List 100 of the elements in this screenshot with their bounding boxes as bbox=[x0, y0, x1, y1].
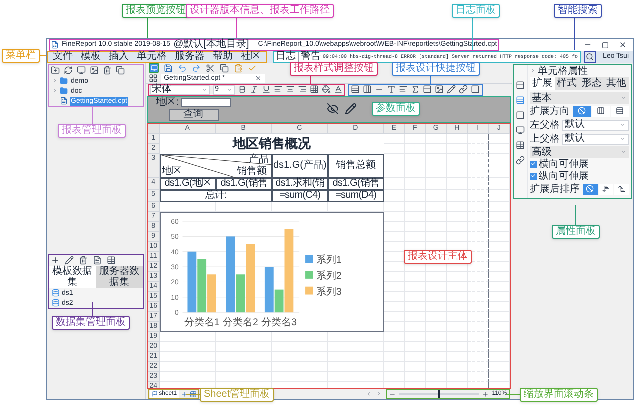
option-button[interactable] bbox=[611, 106, 630, 116]
menu-item[interactable]: 文件 bbox=[53, 52, 73, 62]
paste-icon[interactable] bbox=[234, 64, 244, 73]
grid-cell[interactable] bbox=[468, 292, 490, 302]
zoom-in-icon[interactable] bbox=[482, 390, 490, 398]
grid-cell[interactable] bbox=[468, 222, 490, 232]
grid-cell[interactable] bbox=[468, 178, 490, 190]
monitor-icon[interactable] bbox=[77, 66, 86, 75]
dataset-tab[interactable]: 模板数据集 bbox=[49, 266, 96, 288]
section-header[interactable]: 高级 bbox=[530, 146, 629, 158]
font-color-icon[interactable] bbox=[334, 85, 344, 94]
grid-cell[interactable] bbox=[468, 372, 490, 382]
property-tab[interactable]: 扩展 bbox=[530, 77, 555, 90]
image-icon[interactable] bbox=[435, 85, 444, 94]
new-folder-icon[interactable] bbox=[51, 66, 60, 75]
eye-off-icon[interactable] bbox=[326, 103, 339, 116]
option-button[interactable] bbox=[598, 184, 614, 194]
italic-icon[interactable] bbox=[250, 85, 260, 94]
parent-select[interactable]: 默认 bbox=[562, 120, 629, 130]
grid-cell[interactable] bbox=[468, 322, 490, 332]
add-sheet-icon[interactable] bbox=[181, 390, 188, 398]
check-icon[interactable] bbox=[248, 64, 258, 73]
delete-icon[interactable] bbox=[103, 66, 112, 75]
grid-cell[interactable] bbox=[468, 144, 490, 154]
align-left-icon[interactable] bbox=[274, 85, 284, 94]
checkbox[interactable] bbox=[530, 160, 538, 168]
menu-item[interactable]: 社区 bbox=[241, 52, 261, 62]
grid-cell[interactable] bbox=[468, 134, 490, 144]
grid-cell[interactable] bbox=[468, 312, 490, 322]
close-icon[interactable] bbox=[255, 74, 262, 82]
previous-icon[interactable] bbox=[366, 391, 372, 397]
dataset-tab[interactable]: 服务器数据集 bbox=[96, 266, 144, 288]
parent-select[interactable]: 默认 bbox=[562, 134, 629, 144]
grid-cell[interactable] bbox=[468, 190, 490, 202]
columns-icon[interactable] bbox=[363, 85, 372, 94]
section-header[interactable]: 基本 bbox=[530, 92, 629, 104]
preview-icon[interactable] bbox=[93, 256, 102, 265]
paragraph-icon[interactable] bbox=[399, 85, 408, 94]
grid-cell[interactable] bbox=[468, 212, 490, 222]
next-icon[interactable] bbox=[376, 391, 382, 397]
save-icon[interactable] bbox=[164, 64, 174, 73]
cut-icon[interactable] bbox=[206, 64, 216, 73]
property-tab[interactable]: 样式 bbox=[554, 77, 580, 90]
copy-icon[interactable] bbox=[220, 64, 230, 73]
grid-cell[interactable] bbox=[468, 302, 490, 312]
border-icon[interactable] bbox=[310, 85, 320, 94]
expand-icon[interactable] bbox=[516, 96, 526, 105]
menu-item[interactable]: 插入 bbox=[109, 52, 129, 62]
collapse-icon[interactable] bbox=[530, 68, 536, 74]
grid-cell[interactable] bbox=[468, 352, 490, 362]
delete-icon[interactable] bbox=[79, 256, 88, 265]
undo-icon[interactable] bbox=[178, 64, 188, 73]
formula-icon[interactable] bbox=[411, 85, 420, 94]
redo-icon[interactable] bbox=[192, 64, 202, 73]
border-icon[interactable] bbox=[516, 111, 526, 120]
property-tab[interactable]: 形态 bbox=[580, 77, 604, 90]
grid-cell[interactable] bbox=[468, 362, 490, 372]
text-icon[interactable] bbox=[387, 85, 396, 94]
image-icon[interactable] bbox=[90, 66, 99, 75]
grid-cell[interactable] bbox=[468, 202, 490, 212]
grid-cell[interactable] bbox=[468, 154, 490, 178]
frame-icon[interactable] bbox=[471, 85, 480, 94]
grid-cell[interactable] bbox=[468, 282, 490, 292]
menu-item[interactable]: 帮助 bbox=[213, 52, 233, 62]
monitor-icon[interactable] bbox=[516, 126, 526, 135]
bold-icon[interactable] bbox=[238, 85, 248, 94]
option-button[interactable] bbox=[592, 106, 610, 116]
option-button[interactable] bbox=[614, 184, 629, 194]
grid-cell[interactable] bbox=[468, 342, 490, 352]
font-select[interactable]: 宋体 bbox=[150, 84, 210, 95]
align-center-icon[interactable] bbox=[286, 85, 296, 94]
zoom-thumb[interactable] bbox=[438, 390, 440, 398]
grid-cell[interactable] bbox=[468, 272, 490, 282]
copy-icon[interactable] bbox=[116, 66, 125, 75]
add-icon[interactable] bbox=[51, 256, 60, 265]
panel-icon[interactable] bbox=[516, 81, 526, 90]
menu-item[interactable]: 单元格 bbox=[137, 52, 167, 62]
underline-icon[interactable] bbox=[262, 85, 272, 94]
panel-icon[interactable] bbox=[423, 85, 432, 94]
close-icon[interactable] bbox=[619, 41, 627, 49]
align-right-icon[interactable] bbox=[298, 85, 308, 94]
maximize-icon[interactable] bbox=[602, 42, 609, 48]
query-button[interactable]: 查询 bbox=[168, 109, 218, 122]
refresh-icon[interactable] bbox=[64, 66, 73, 75]
table-icon[interactable] bbox=[107, 256, 116, 265]
param-input[interactable] bbox=[180, 98, 231, 108]
grid-cell[interactable] bbox=[468, 232, 490, 242]
checkbox[interactable] bbox=[530, 172, 538, 180]
menu-item[interactable]: 模板 bbox=[81, 52, 101, 62]
fill-color-icon[interactable] bbox=[322, 85, 332, 94]
preview-button[interactable] bbox=[149, 63, 160, 74]
corner-cell[interactable] bbox=[148, 124, 160, 134]
link-icon[interactable] bbox=[459, 85, 468, 94]
property-tab[interactable]: 其他 bbox=[604, 77, 629, 90]
add-table-icon[interactable] bbox=[190, 390, 198, 398]
rows-icon[interactable] bbox=[351, 85, 360, 94]
edit-icon[interactable] bbox=[65, 256, 74, 265]
link-icon[interactable] bbox=[516, 156, 526, 165]
menu-item[interactable]: 服务器 bbox=[175, 52, 205, 62]
pencil-icon[interactable] bbox=[344, 103, 357, 116]
